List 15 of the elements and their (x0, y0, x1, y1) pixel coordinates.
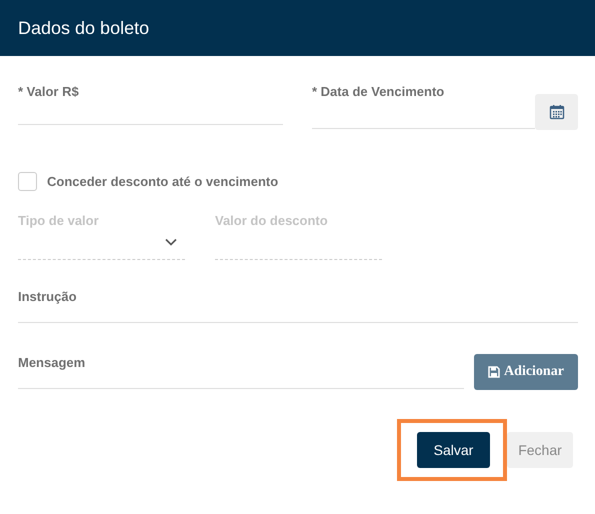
checkbox-label: Conceder desconto até o vencimento (47, 174, 278, 189)
field-label: Mensagem (18, 355, 86, 371)
checkbox[interactable] (18, 172, 37, 191)
field-label: * Data de Vencimento (312, 84, 446, 100)
field-label: Instrução (18, 289, 78, 305)
add-button[interactable]: Adicionar (474, 354, 578, 390)
chevron-down-icon (165, 238, 177, 246)
close-button[interactable]: Fechar (507, 432, 573, 468)
calendar-button[interactable] (535, 94, 578, 130)
calendar-icon (548, 104, 564, 120)
field-label: Valor do desconto (215, 213, 329, 229)
modal-title: Dados do boleto (18, 18, 150, 38)
save-button[interactable]: Salvar (417, 432, 490, 468)
field-label: Tipo de valor (18, 213, 100, 229)
field-label: * Valor R$ (18, 84, 80, 100)
